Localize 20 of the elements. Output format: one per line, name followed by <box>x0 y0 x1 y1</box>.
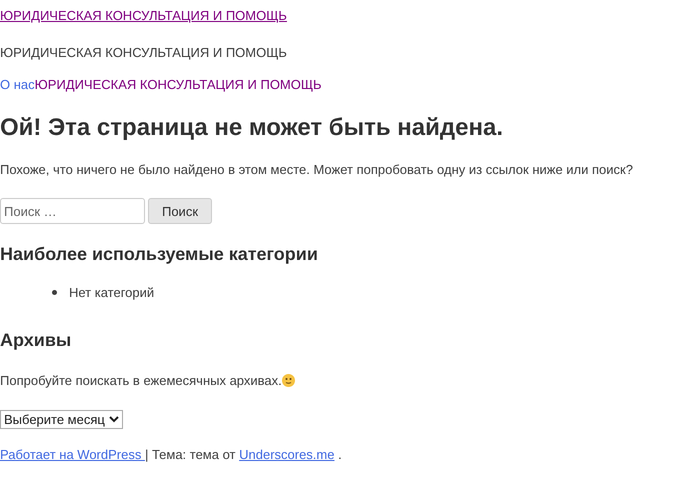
site-title-link[interactable]: ЮРИДИЧЕСКАЯ КОНСУЛЬТАЦИЯ И ПОМОЩЬ <box>0 8 287 23</box>
footer-text: | Тема: тема от <box>144 447 236 462</box>
search-field[interactable]: Поиск … <box>0 198 145 224</box>
footer-text: . <box>337 447 342 462</box>
section-heading: Архивы <box>0 330 72 351</box>
smiley-icon <box>282 374 295 387</box>
page-heading: Ой! Эта страница не может быть найдена. <box>0 114 504 142</box>
nav-link[interactable]: О нас <box>0 77 35 92</box>
search-button[interactable]: Поиск <box>148 198 212 224</box>
bullet-icon <box>52 290 57 295</box>
site-description: ЮРИДИЧЕСКАЯ КОНСУЛЬТАЦИЯ И ПОМОЩЬ <box>0 44 288 62</box>
theme-link[interactable]: Underscores.me <box>239 447 334 462</box>
not-found-message: Похоже, что ничего не было найдено в этом месте. Может попробовать одну из ссылок ниже или поиск? <box>0 161 634 179</box>
month-dropdown[interactable]: Выберите месяц <box>0 410 123 429</box>
nav-link[interactable]: ЮРИДИЧЕСКАЯ КОНСУЛЬТАЦИЯ И ПОМОЩЬ <box>34 77 322 92</box>
chevron-icon <box>108 416 119 423</box>
list-item: Нет категорий <box>69 285 154 300</box>
wordpress-link[interactable]: Работает на WordPress <box>0 447 145 462</box>
section-heading: Наиболее используемые категории <box>0 244 319 265</box>
archives-hint: Попробуйте поискать в ежемесячных архивах. <box>0 372 282 390</box>
